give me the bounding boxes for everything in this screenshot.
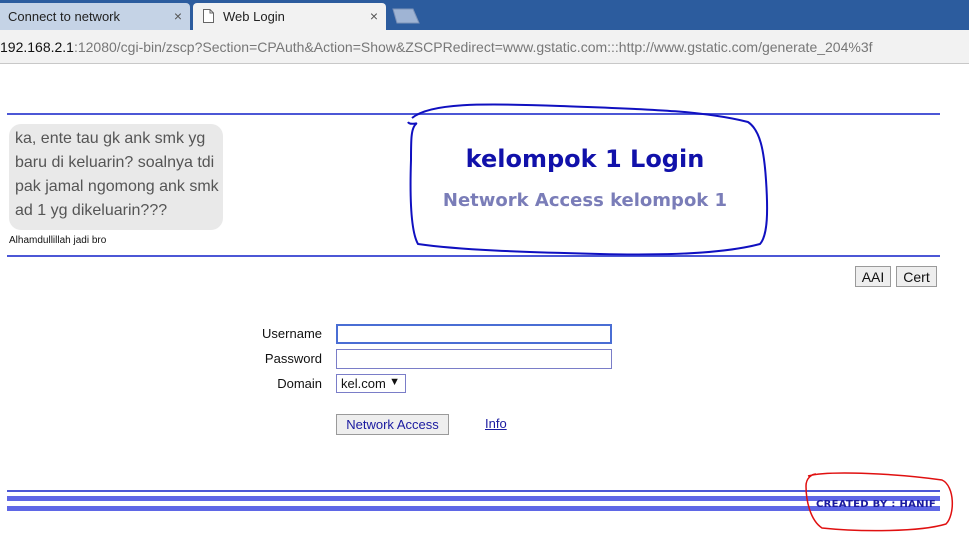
meme-image: ka, ente tau gk ank smk yg baru di kelua… [9,124,223,230]
username-label: Username [262,326,322,341]
credit-text: CREATED BY : HANIF [816,499,936,510]
tab-title: Connect to network [8,9,121,24]
address-bar[interactable]: 192.168.2.1:12080/cgi-bin/zscp?Section=C… [0,30,969,64]
close-icon[interactable]: × [174,9,182,23]
meme-text: ka, ente tau gk ank smk yg baru di kelua… [15,130,219,219]
tab-strip: Connect to network × Web Login × [0,0,969,30]
top-divider [7,113,940,115]
url-host: 192.168.2.1 [0,39,74,55]
cert-button[interactable]: Cert [896,266,937,287]
tab-title: Web Login [223,9,285,24]
meme-caption: Alhamdullillah jadi bro [9,235,107,246]
footer-divider [7,490,940,492]
tab-connect-to-network[interactable]: Connect to network × [0,3,190,30]
footer-bar-bottom [7,506,940,511]
password-field[interactable] [336,349,612,369]
page-subtitle: Network Access kelompok 1 [442,190,728,211]
aai-button[interactable]: AAI [855,266,891,287]
page-icon [203,9,214,23]
header-divider [7,255,940,257]
chevron-down-icon: ▼ [389,376,400,388]
domain-label: Domain [277,376,322,391]
network-access-button[interactable]: Network Access [336,414,449,435]
domain-value: kel.com [341,376,386,391]
password-label: Password [264,351,322,366]
url-path: :12080/cgi-bin/zscp?Section=CPAuth&Actio… [73,39,873,55]
page-title: kelompok 1 Login [465,145,705,173]
footer-bar-top [7,496,940,501]
blue-scribble-outline [407,103,769,256]
new-tab-icon[interactable] [389,8,421,24]
url-text[interactable]: 192.168.2.1:12080/cgi-bin/zscp?Section=C… [0,39,873,55]
info-link[interactable]: Info [485,416,507,431]
tab-web-login[interactable]: Web Login × [193,3,386,30]
annotation-layer [407,103,953,532]
domain-select[interactable]: kel.com ▼ [336,374,406,393]
close-icon[interactable]: × [370,9,378,23]
username-field[interactable] [336,324,612,344]
